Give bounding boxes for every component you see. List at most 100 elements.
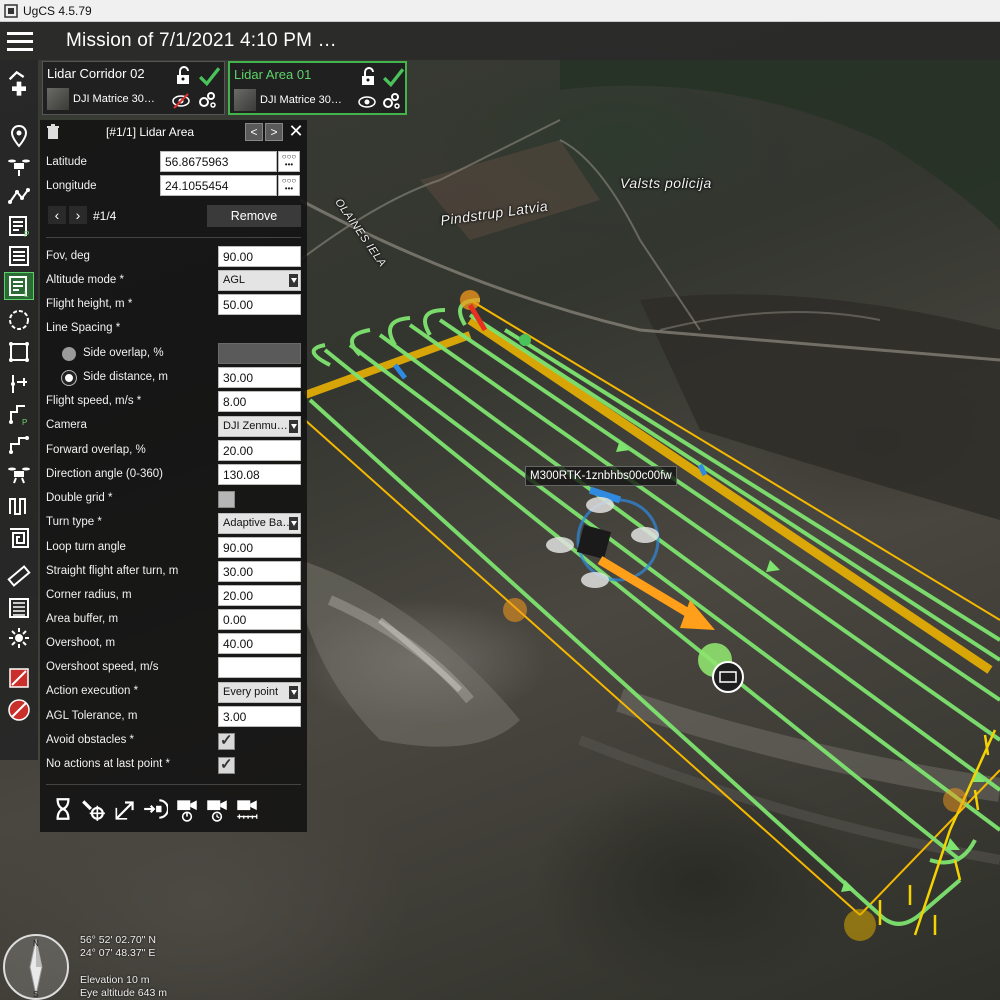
check-icon[interactable] xyxy=(198,65,220,87)
direction-angle-field[interactable]: 130.08 xyxy=(218,464,301,485)
flight-height-field[interactable]: 50.00 xyxy=(218,294,301,315)
vertical-scan-tool[interactable] xyxy=(4,370,34,398)
compass-icon[interactable]: N S xyxy=(2,933,70,1000)
drone-settings-tool[interactable] xyxy=(4,460,34,488)
prev-segment-button[interactable]: < xyxy=(245,123,263,141)
camera-by-time-icon[interactable] xyxy=(204,796,230,822)
vertical-scan-icon xyxy=(11,375,27,393)
main-menu-button[interactable] xyxy=(0,22,40,60)
camera-value: DJI Zenmu… xyxy=(223,420,288,432)
side-distance-radio[interactable] xyxy=(62,371,76,385)
remove-button[interactable]: Remove xyxy=(207,205,301,227)
side-overlap-radio[interactable] xyxy=(62,347,76,361)
route-scan-tool[interactable] xyxy=(4,430,34,458)
photogrammetry-icon: P xyxy=(9,216,29,238)
action-execution-select[interactable]: Every point xyxy=(218,682,301,703)
facade-scan-tool[interactable]: P xyxy=(4,400,34,428)
trash-icon[interactable] xyxy=(46,124,60,140)
drone-label[interactable]: M300RTK-1znbhbs00c00fw xyxy=(525,466,677,486)
route-settings-icon[interactable] xyxy=(197,90,217,110)
altitude-mode-select[interactable]: AGL xyxy=(218,270,301,291)
turn-type-select[interactable]: Adaptive Ba… xyxy=(218,513,301,534)
corridor-icon xyxy=(9,498,26,515)
longitude-field[interactable]: 24.1055454 xyxy=(160,175,277,196)
no-fly-zone-tool[interactable] xyxy=(4,664,34,692)
double-grid-checkbox[interactable] xyxy=(218,491,235,508)
svg-text:L: L xyxy=(24,290,29,298)
light-tool[interactable] xyxy=(4,624,34,652)
segment-properties-panel: [#1/1] Lidar Area < > ✕ Latitude 56.8675… xyxy=(40,120,307,832)
waypoint-tool[interactable] xyxy=(4,122,34,150)
loop-turn-angle-field[interactable]: 90.00 xyxy=(218,537,301,558)
close-panel-button[interactable]: ✕ xyxy=(287,122,305,142)
line-spacing-label: Line Spacing * xyxy=(46,322,121,334)
check-icon[interactable] xyxy=(382,66,404,88)
unlock-icon[interactable] xyxy=(359,67,379,87)
poi-camera-icon[interactable] xyxy=(80,796,106,822)
latitude-options-button[interactable]: ○○○ ••• xyxy=(278,151,300,172)
route-settings-icon[interactable] xyxy=(381,91,401,111)
side-overlap-field[interactable] xyxy=(218,343,301,364)
panel-title: [#1/1] Lidar Area xyxy=(106,125,195,139)
polyline-icon xyxy=(8,188,30,204)
circle-tool[interactable] xyxy=(4,306,34,334)
no-actions-last-checkbox[interactable] xyxy=(218,755,235,774)
circle-icon xyxy=(9,310,29,330)
eye-icon[interactable] xyxy=(357,92,377,112)
fov-field[interactable]: 90.00 xyxy=(218,246,301,267)
overshoot-speed-field[interactable] xyxy=(218,657,301,678)
side-distance-label: Side distance, m xyxy=(83,371,169,383)
spiral-tool[interactable] xyxy=(4,524,34,552)
side-distance-field[interactable]: 30.00 xyxy=(218,367,301,388)
overshoot-field[interactable]: 40.00 xyxy=(218,633,301,654)
prev-point-button[interactable]: ‹ xyxy=(48,206,66,224)
latitude-field[interactable]: 56.8675963 xyxy=(160,151,277,172)
takeoff-tool[interactable] xyxy=(4,152,34,180)
image-overlay-tool[interactable] xyxy=(4,594,34,622)
lidar-area-tool[interactable]: L xyxy=(4,272,34,300)
turn-type-label: Turn type * xyxy=(46,516,102,528)
route-card[interactable]: Lidar Corridor 02 DJI Matrice 30… xyxy=(42,61,225,115)
route-scan-icon xyxy=(9,436,29,454)
route-drone: DJI Matrice 30… xyxy=(260,94,342,106)
altitude-mode-label: Altitude mode * xyxy=(46,274,124,286)
route-name: Lidar Area 01 xyxy=(234,67,312,82)
unlock-icon[interactable] xyxy=(174,66,194,86)
straight-after-turn-field[interactable]: 30.00 xyxy=(218,561,301,582)
perimeter-tool[interactable] xyxy=(4,338,34,366)
facade-scan-icon: P xyxy=(9,405,27,426)
longitude-options-button[interactable]: ○○○ ••• xyxy=(278,175,300,196)
hidden-eye-icon[interactable] xyxy=(171,91,191,111)
corner-radius-field[interactable]: 20.00 xyxy=(218,585,301,606)
agl-tolerance-field[interactable]: 3.00 xyxy=(218,706,301,727)
wait-icon[interactable] xyxy=(50,796,76,822)
flight-speed-field[interactable]: 8.00 xyxy=(218,391,301,412)
mission-title[interactable]: Mission of 7/1/2021 4:10 PM … xyxy=(66,30,337,52)
camera-select[interactable]: DJI Zenmu… xyxy=(218,416,301,437)
polyline-tool[interactable] xyxy=(4,182,34,210)
forward-overlap-field[interactable]: 20.00 xyxy=(218,440,301,461)
yaw-icon[interactable] xyxy=(142,796,168,822)
overshoot-speed-label: Overshoot speed, m/s xyxy=(46,661,159,673)
route-thumbnail xyxy=(47,88,69,110)
compass-north-label: N xyxy=(33,939,39,948)
area-scan-tool[interactable] xyxy=(4,242,34,270)
next-point-button[interactable]: › xyxy=(69,206,87,224)
avoid-obstacles-checkbox[interactable] xyxy=(218,731,235,750)
add-route-tool[interactable] xyxy=(4,64,34,104)
photogrammetry-tool[interactable]: P xyxy=(4,212,34,240)
camera-control-icon[interactable] xyxy=(174,796,200,822)
corridor-tool[interactable] xyxy=(4,492,34,520)
gimbal-icon[interactable] xyxy=(112,796,138,822)
eye-altitude-readout: Eye altitude 643 m xyxy=(80,987,167,999)
no-fly-circle-tool[interactable] xyxy=(4,696,34,724)
ruler-tool[interactable] xyxy=(4,562,34,590)
route-card-selected[interactable]: Lidar Area 01 DJI Matrice 30… xyxy=(228,61,407,115)
area-buffer-field[interactable]: 0.00 xyxy=(218,609,301,630)
title-bar: UgCS 4.5.79 xyxy=(0,0,1000,22)
waypoint-marker xyxy=(503,598,527,622)
camera-by-distance-icon[interactable] xyxy=(234,796,260,822)
route-name: Lidar Corridor 02 xyxy=(47,66,145,81)
next-segment-button[interactable]: > xyxy=(265,123,283,141)
map-pin-icon xyxy=(10,124,28,148)
